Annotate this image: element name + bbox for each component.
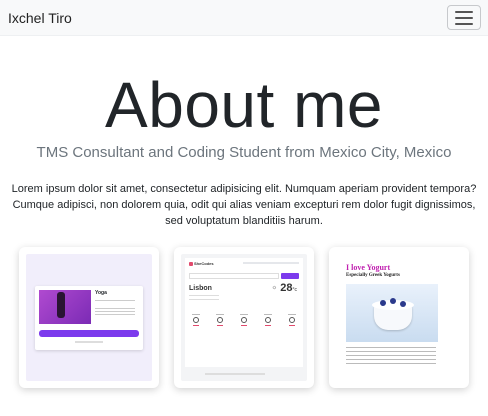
text-line xyxy=(95,310,135,312)
text-line xyxy=(189,299,219,300)
hamburger-menu-icon-bar xyxy=(455,16,473,19)
forecast-day xyxy=(189,314,203,332)
forecast-day xyxy=(237,314,251,332)
weather-search-input xyxy=(189,273,279,279)
text-line xyxy=(346,351,436,352)
text-line xyxy=(346,355,436,356)
forecast-day xyxy=(213,314,227,332)
sun-icon: ☼ xyxy=(271,285,278,291)
page-title: About me xyxy=(105,69,383,141)
text-line xyxy=(95,313,135,315)
weather-footer-line xyxy=(205,373,265,375)
text-line xyxy=(189,295,219,296)
forecast-row xyxy=(189,314,299,332)
navbar-toggle-button[interactable] xyxy=(447,5,481,30)
logo-mark-icon xyxy=(189,261,193,266)
text-line xyxy=(346,359,436,360)
project-card-yoga[interactable]: Yoga xyxy=(19,247,159,388)
project-cards: Yoga SheCodes Lisbon ☼ 28°c I love Yogur… xyxy=(0,247,488,388)
text-line xyxy=(346,347,436,348)
project-card-weather[interactable]: SheCodes Lisbon ☼ 28°c xyxy=(174,247,314,388)
yoga-person-figure xyxy=(57,291,65,318)
yoga-preview-button xyxy=(39,329,139,337)
weather-temperature: 28°c xyxy=(280,282,297,294)
text-line xyxy=(346,363,436,364)
page-subtitle: TMS Consultant and Coding Student from M… xyxy=(36,144,452,161)
project-screenshot-yogurt: I love Yogurt Especially Greek Yogurts xyxy=(336,254,462,381)
weather-nav xyxy=(243,262,299,264)
weather-city: Lisbon xyxy=(189,285,212,292)
navbar-brand[interactable]: Ixchel Tiro xyxy=(8,10,72,26)
text-line xyxy=(95,307,135,309)
text-line xyxy=(95,299,135,301)
blueberry-icon xyxy=(390,298,396,304)
navbar: Ixchel Tiro xyxy=(0,0,488,36)
yogurt-photo xyxy=(346,284,438,342)
shecodes-logo: SheCodes xyxy=(189,261,214,266)
intro-paragraph: Lorem ipsum dolor sit amet, consectetur … xyxy=(11,183,477,227)
project-card-yogurt[interactable]: I love Yogurt Especially Greek Yogurts xyxy=(329,247,469,388)
yogurt-title: I love Yogurt xyxy=(346,263,391,272)
yoga-preview-box: Yoga xyxy=(35,285,143,350)
text-line xyxy=(75,340,103,343)
blueberry-icon xyxy=(380,300,386,306)
blueberry-icon xyxy=(400,301,406,307)
yoga-preview-title: Yoga xyxy=(95,289,107,296)
weather-app-panel: SheCodes Lisbon ☼ 28°c xyxy=(185,258,303,367)
forecast-day xyxy=(261,314,275,332)
yogurt-subtitle: Especially Greek Yogurts xyxy=(346,273,400,278)
project-screenshot-yoga: Yoga xyxy=(26,254,152,381)
hamburger-menu-icon xyxy=(455,10,473,13)
weather-search-button xyxy=(281,273,299,279)
yoga-photo xyxy=(39,289,91,324)
hamburger-menu-icon-bar xyxy=(455,22,473,25)
forecast-day xyxy=(285,314,299,332)
project-screenshot-weather: SheCodes Lisbon ☼ 28°c xyxy=(181,254,307,381)
